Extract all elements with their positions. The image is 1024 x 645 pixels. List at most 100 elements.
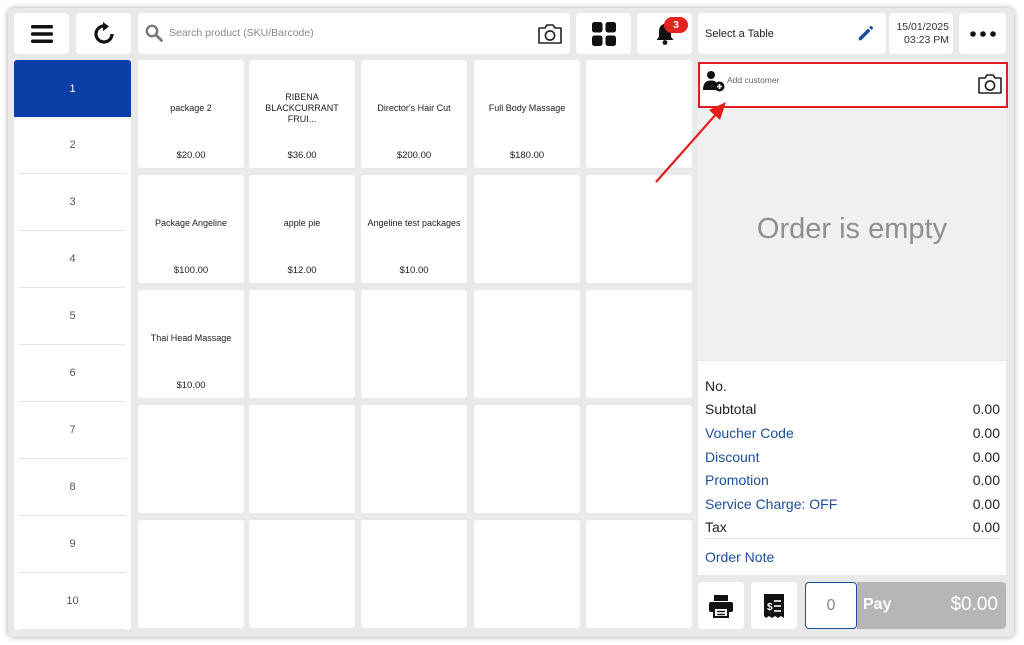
summary-row-service-charge-off[interactable]: Service Charge: OFF 0.00 — [705, 496, 1000, 512]
hamburger-menu-icon — [30, 24, 53, 43]
product-price: $180.00 — [509, 150, 545, 161]
product-tile[interactable]: Director's Hair Cut $200.00 — [361, 60, 467, 168]
empty-product-slot[interactable] — [361, 290, 467, 398]
menu-button[interactable] — [14, 13, 69, 54]
product-price: $36.00 — [287, 150, 317, 161]
pencil-icon[interactable] — [857, 25, 874, 42]
summary-value: 0.00 — [972, 519, 1000, 535]
order-summary: Order Note No. Subtotal 0.00 Voucher Code 0.… — [698, 361, 1006, 575]
pay-label: Pay — [863, 596, 892, 613]
customer-camera-icon[interactable] — [977, 73, 1003, 95]
empty-product-slot[interactable] — [249, 290, 355, 398]
summary-value: 0.00 — [972, 472, 1000, 488]
search-icon — [145, 24, 163, 42]
product-tile[interactable]: Package Angeline $100.00 — [138, 175, 244, 283]
product-name: Director's Hair Cut — [377, 102, 451, 113]
summary-row-promotion[interactable]: Promotion 0.00 — [705, 472, 1000, 488]
summary-label: Tax — [705, 519, 727, 535]
product-name: Thai Head Massage — [150, 332, 232, 343]
grid-view-button[interactable] — [576, 13, 631, 54]
summary-value: 0.00 — [972, 496, 1000, 512]
page-sidebar: 1 2 3 4 5 6 7 8 9 10 — [14, 60, 131, 630]
sidebar-page-5[interactable]: 5 — [19, 288, 126, 345]
empty-product-slot[interactable] — [474, 520, 580, 628]
product-name: Package Angeline — [154, 217, 228, 228]
refresh-button[interactable] — [76, 13, 131, 54]
product-name: Full Body Massage — [488, 102, 566, 113]
summary-row-voucher-code[interactable]: Voucher Code 0.00 — [705, 425, 1000, 441]
sidebar-page-7[interactable]: 7 — [19, 402, 126, 459]
search-input[interactable]: Search product (SKU/Barcode) — [138, 13, 570, 54]
summary-value: 0.00 — [972, 401, 1000, 417]
grid-view-icon — [591, 21, 616, 46]
product-tile[interactable]: apple pie $12.00 — [249, 175, 355, 283]
receipt-button[interactable]: $ — [751, 582, 797, 629]
product-name: apple pie — [283, 217, 321, 228]
pos-window: Search product (SKU/Barcode) 3 Select a … — [8, 8, 1014, 637]
product-price: $100.00 — [173, 265, 209, 276]
sidebar-page-3[interactable]: 3 — [19, 174, 126, 231]
summary-value: 0.00 — [972, 449, 1000, 465]
empty-product-slot[interactable] — [474, 405, 580, 513]
table-select-label: Select a Table — [705, 28, 774, 40]
add-customer-field[interactable]: Add customer — [698, 62, 1008, 108]
pay-amount: $0.00 — [950, 594, 998, 615]
summary-row-subtotal: Subtotal 0.00 — [705, 401, 1000, 417]
quantity-field[interactable]: 0 — [805, 582, 857, 629]
sidebar-page-6[interactable]: 6 — [19, 345, 126, 402]
refresh-icon — [93, 21, 114, 44]
product-price: $10.00 — [399, 265, 429, 276]
empty-product-slot[interactable] — [586, 290, 692, 398]
empty-product-slot[interactable] — [249, 405, 355, 513]
print-button[interactable] — [698, 582, 744, 629]
product-tile[interactable]: package 2 $20.00 — [138, 60, 244, 168]
empty-product-slot[interactable] — [361, 520, 467, 628]
product-price: $12.00 — [287, 265, 317, 276]
empty-product-slot[interactable] — [474, 290, 580, 398]
summary-row-discount[interactable]: Discount 0.00 — [705, 449, 1000, 465]
empty-product-slot[interactable] — [474, 175, 580, 283]
time-text: 03:23 PM — [904, 34, 949, 46]
summary-label: No. — [705, 378, 727, 394]
empty-product-slot[interactable] — [138, 405, 244, 513]
product-tile[interactable]: Angeline test packages $10.00 — [361, 175, 467, 283]
date-time-display: 15/01/2025 03:23 PM — [889, 13, 953, 54]
summary-label: Subtotal — [705, 401, 757, 417]
order-note-link[interactable]: Order Note — [705, 549, 774, 565]
sidebar-page-1[interactable]: 1 — [14, 60, 131, 117]
empty-product-slot[interactable] — [249, 520, 355, 628]
search-placeholder: Search product (SKU/Barcode) — [169, 27, 314, 39]
empty-product-slot[interactable] — [361, 405, 467, 513]
sidebar-page-9[interactable]: 9 — [19, 516, 126, 573]
summary-row-no: No. — [705, 378, 1000, 394]
product-price: $20.00 — [176, 150, 206, 161]
table-select[interactable]: Select a Table — [698, 13, 886, 54]
product-name: Angeline test packages — [367, 217, 461, 228]
sidebar-page-2[interactable]: 2 — [19, 117, 126, 174]
pay-button[interactable]: Pay $0.00 — [857, 582, 1006, 629]
sidebar-page-8[interactable]: 8 — [19, 459, 126, 516]
receipt-icon: $ — [764, 593, 784, 618]
product-tile[interactable]: Full Body Massage $180.00 — [474, 60, 580, 168]
product-price: $10.00 — [176, 380, 206, 391]
date-text: 15/01/2025 — [896, 21, 949, 33]
summary-label: Service Charge: OFF — [705, 496, 838, 512]
empty-product-slot[interactable] — [586, 405, 692, 513]
camera-icon[interactable] — [537, 23, 563, 45]
annotation-arrow — [655, 102, 726, 183]
more-options-button[interactable] — [959, 13, 1006, 54]
product-tile[interactable]: RIBENA BLACKCURRANT FRUI... $36.00 — [249, 60, 355, 168]
empty-product-slot[interactable] — [138, 520, 244, 628]
sidebar-page-4[interactable]: 4 — [19, 231, 126, 288]
product-name: package 2 — [170, 102, 212, 113]
sidebar-page-10[interactable]: 10 — [19, 573, 126, 630]
more-options-icon — [969, 30, 996, 37]
product-price: $200.00 — [396, 150, 432, 161]
summary-label: Promotion — [705, 472, 769, 488]
empty-product-slot[interactable] — [586, 520, 692, 628]
notification-badge: 3 — [664, 17, 688, 33]
product-tile[interactable]: Thai Head Massage $10.00 — [138, 290, 244, 398]
empty-product-slot[interactable] — [586, 175, 692, 283]
add-user-icon — [703, 71, 725, 92]
printer-icon — [709, 594, 733, 618]
